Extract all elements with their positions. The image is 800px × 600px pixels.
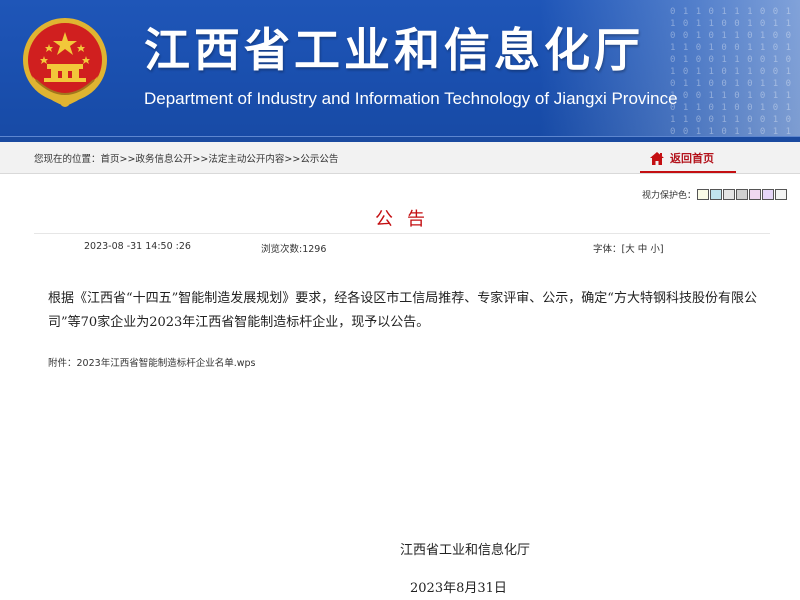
attachment-label: 附件： bbox=[48, 358, 77, 369]
breadcrumb: 您现在的位置：首页>>政务信息公开>>法定主动公开内容>>公示公告 bbox=[34, 151, 338, 165]
breadcrumb-announcements[interactable]: 公示公告 bbox=[300, 154, 338, 165]
font-size-label: 字体：[ bbox=[593, 244, 626, 255]
return-home-label: 返回首页 bbox=[670, 152, 714, 165]
font-size-control: 字体：[大 中 小] bbox=[593, 241, 664, 255]
return-home-underline bbox=[640, 171, 736, 173]
return-home-link[interactable]: 返回首页 bbox=[650, 150, 714, 166]
publish-date: 2023-08 -31 14:50 :26 bbox=[84, 241, 191, 252]
breadcrumb-bar: 您现在的位置：首页>>政务信息公开>>法定主动公开内容>>公示公告 返回首页 bbox=[0, 142, 800, 174]
article-title: 公告 bbox=[375, 209, 439, 230]
meta-divider bbox=[34, 233, 770, 234]
attachment: 附件：2023年江西省智能制造标杆企业名单.wps bbox=[48, 355, 255, 369]
signature-date: 2023年8月31日 bbox=[410, 581, 507, 596]
breadcrumb-statutory-disclosure[interactable]: 法定主动公开内容 bbox=[208, 154, 284, 165]
breadcrumb-gov-info[interactable]: 政务信息公开 bbox=[135, 154, 192, 165]
site-title-cn: 江西省工业和信息化厅 bbox=[144, 23, 644, 77]
color-swatch-cream[interactable] bbox=[697, 189, 710, 200]
eye-protection-label: 视力保护色： bbox=[642, 191, 697, 201]
view-count-label: 浏览次数: bbox=[261, 244, 303, 255]
color-swatch-pink[interactable] bbox=[749, 189, 762, 200]
home-icon bbox=[650, 151, 664, 165]
breadcrumb-home[interactable]: 首页 bbox=[101, 154, 120, 165]
eye-protection-colors: 视力保护色： bbox=[642, 188, 788, 201]
color-swatch-cyan[interactable] bbox=[710, 189, 723, 200]
attachment-link[interactable]: 2023年江西省智能制造标杆企业名单.wps bbox=[77, 358, 256, 369]
font-size-large[interactable]: 大 bbox=[625, 244, 635, 255]
color-swatch-lightgray[interactable] bbox=[723, 189, 736, 200]
color-swatch-gray[interactable] bbox=[736, 189, 749, 200]
color-swatch-white[interactable] bbox=[775, 189, 788, 200]
font-size-close: ] bbox=[659, 244, 664, 255]
view-count: 浏览次数:1296 bbox=[261, 241, 326, 255]
breadcrumb-prefix: 您现在的位置： bbox=[34, 154, 101, 165]
font-size-small[interactable]: 小 bbox=[650, 244, 660, 255]
breadcrumb-separator: >> bbox=[192, 154, 209, 165]
breadcrumb-separator: >> bbox=[119, 154, 136, 165]
site-banner: 0 1 1 0 1 1 1 0 0 1 1 0 1 1 0 0 1 0 1 1 … bbox=[0, 0, 800, 142]
banner-digit-pattern: 0 1 1 0 1 1 1 0 0 1 1 0 1 1 0 0 1 0 1 1 … bbox=[670, 7, 792, 137]
national-emblem-icon bbox=[23, 18, 107, 107]
site-title-en: Department of Industry and Information T… bbox=[144, 89, 678, 108]
view-count-value: 1296 bbox=[302, 244, 327, 255]
breadcrumb-separator: >> bbox=[284, 154, 301, 165]
color-swatch-lavender[interactable] bbox=[762, 189, 775, 200]
font-size-medium[interactable]: 中 bbox=[638, 244, 648, 255]
signature-organization: 江西省工业和信息化厅 bbox=[400, 543, 531, 558]
article-body: 根据《江西省“十四五”智能制造发展规划》要求，经各设区市工信局推荐、专家评审、公… bbox=[48, 291, 757, 330]
